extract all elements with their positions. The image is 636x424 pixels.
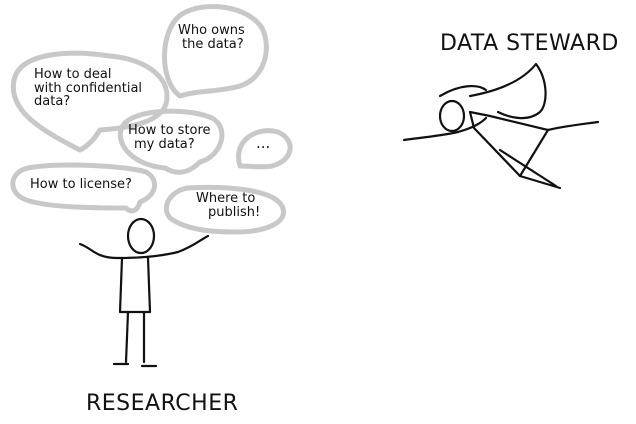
question-owner-line-1: Who owns (178, 23, 245, 38)
researcher-head (126, 217, 156, 255)
question-confidential-line-1: How to deal (34, 67, 112, 82)
question-owner: Who owns the data? (178, 24, 245, 51)
question-confidential-line-2: with confidential (34, 80, 143, 96)
question-etc: ... (256, 134, 271, 152)
question-store-line-1: How to store (128, 123, 211, 138)
steward-label: DATA STEWARD (440, 31, 619, 56)
researcher-label: RESEARCHER (86, 391, 239, 416)
researcher-legs (124, 310, 146, 364)
researcher-arms (78, 234, 210, 260)
steward-cape (468, 62, 547, 120)
question-publish: Where to publish! (196, 192, 260, 219)
steward-back-arm (546, 120, 600, 132)
question-confidential-line-3: data? (34, 94, 71, 110)
steward-legs (498, 148, 562, 190)
cartoon-diagram: Who owns the data? How to deal with conf… (0, 0, 636, 424)
cartoon-drawing (10, 4, 600, 368)
question-store-line-2: my data? (134, 136, 195, 152)
question-owner-line-2: the data? (182, 36, 244, 52)
question-publish-line-1: Where to (196, 191, 256, 206)
question-store: How to store my data? (128, 124, 211, 151)
researcher-feet (112, 362, 158, 368)
steward-head (438, 99, 466, 133)
question-confidential: How to deal with confidential data? (34, 68, 142, 109)
question-license: How to license? (30, 177, 132, 192)
question-publish-line-2: publish! (208, 204, 261, 220)
researcher-body (118, 256, 152, 314)
